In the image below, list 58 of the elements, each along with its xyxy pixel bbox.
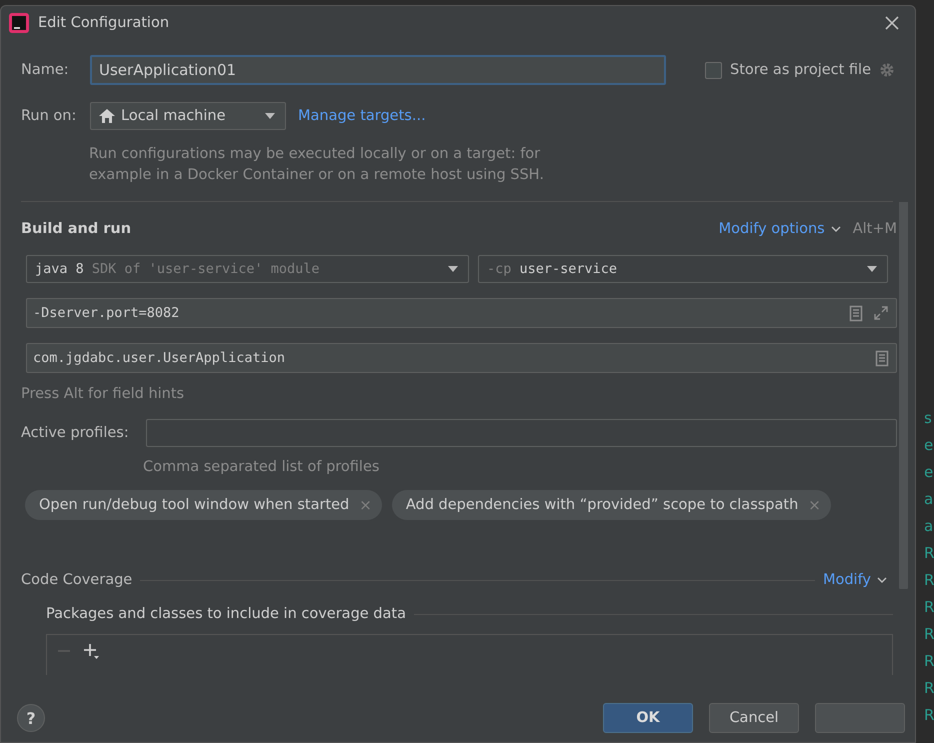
option-chip[interactable]: Open run/debug tool window when started × — [25, 490, 382, 520]
main-class-field[interactable]: com.jgdabc.user.UserApplication — [26, 343, 897, 373]
chevron-icon — [830, 226, 841, 232]
code-fragment: R — [925, 705, 934, 726]
code-fragment: a — [925, 489, 934, 510]
section-title: Code Coverage — [21, 572, 132, 588]
vm-options-field[interactable]: -Dserver.port=8082 — [26, 298, 897, 328]
name-field[interactable]: UserApplication01 — [90, 55, 666, 85]
document-icon — [849, 304, 863, 322]
field-label: Name: — [21, 62, 70, 78]
code-fragment: e — [925, 462, 934, 483]
modify-link[interactable]: Modify — [822, 572, 871, 588]
code-fragment: s — [925, 408, 933, 429]
option-label: Add dependencies with “provided” scope to classpath — [406, 497, 798, 513]
add-button[interactable] — [83, 643, 99, 659]
caret-icon — [263, 111, 277, 121]
field-label: Run on: — [21, 108, 78, 124]
code-fragment: R — [925, 651, 934, 672]
code-fragment: a — [925, 516, 934, 537]
active-profiles-field[interactable] — [146, 419, 897, 447]
app-logo-icon — [9, 13, 29, 33]
dialog-button[interactable] — [815, 703, 905, 733]
chevron-icon — [877, 577, 887, 583]
field-label: Active profiles: — [21, 425, 130, 441]
classpath-dropdown[interactable]: -cp user-service — [478, 255, 888, 283]
dialog-button[interactable]: OK — [603, 703, 693, 733]
code-fragment: R — [925, 570, 934, 591]
jre-dropdown[interactable]: java 8 SDK of 'user-service' module — [26, 255, 469, 283]
caret-icon — [865, 264, 879, 274]
expand-icon — [873, 305, 889, 321]
caret-icon — [446, 264, 460, 274]
code-fragment: R — [925, 678, 934, 699]
gear-icon — [879, 62, 895, 78]
modify-options-link[interactable]: Modify options — [718, 221, 825, 237]
option-chip[interactable]: Add dependencies with “provided” scope to classpath × — [392, 490, 831, 520]
code-fragment: R — [925, 543, 934, 564]
hint-text: Press Alt for field hints — [21, 386, 186, 402]
close-icon — [885, 16, 899, 30]
hint-text: example in a Docker Container or on a remote host using SSH. — [89, 166, 545, 185]
manage-targets-link[interactable]: Manage targets... — [298, 108, 426, 124]
checkbox-label: Store as project file — [730, 62, 871, 78]
window-title: Edit Configuration — [38, 15, 170, 31]
dialog-button[interactable]: Cancel — [709, 703, 799, 733]
help-button[interactable]: ? — [17, 704, 45, 732]
option-label: Open run/debug tool window when started — [39, 497, 350, 513]
code-fragment: e — [925, 435, 934, 456]
shortcut-text: Alt+M — [852, 221, 897, 237]
target-dropdown[interactable]: Local machine — [90, 102, 286, 130]
section-title: Build and run — [21, 221, 132, 237]
hint-text: Comma separated list of profiles — [142, 459, 380, 475]
document-icon — [875, 350, 889, 366]
house-icon — [99, 109, 115, 123]
subsection-title: Packages and classes to include in coverage data — [46, 606, 406, 622]
hint-text: Run configurations may be executed locally or on a target: for — [89, 145, 542, 164]
checkbox[interactable] — [705, 62, 722, 78]
code-fragment: R — [925, 624, 934, 645]
code-fragment: R — [925, 597, 934, 618]
plus-icon — [83, 643, 99, 659]
